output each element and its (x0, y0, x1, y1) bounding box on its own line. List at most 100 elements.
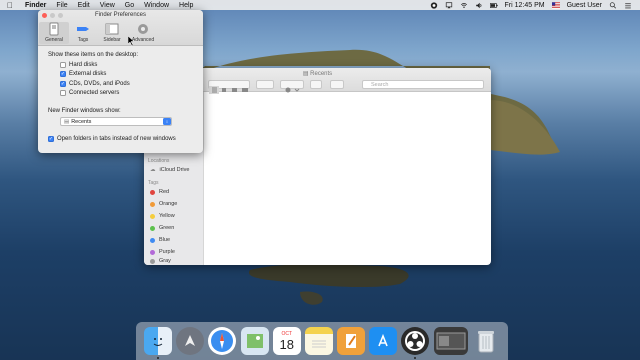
dock-app-store[interactable] (369, 327, 398, 355)
share-button[interactable] (310, 80, 322, 89)
hard-disks-label: Hard disks (69, 61, 98, 68)
volume-icon[interactable] (475, 2, 483, 9)
running-indicator (414, 357, 417, 359)
dock-recent-window[interactable] (433, 327, 468, 355)
tag-label: Blue (159, 237, 171, 243)
finder-preferences-window[interactable]: Finder Preferences General Tags Sidebar … (38, 10, 203, 153)
menu-app-name[interactable]: Finder (20, 2, 51, 9)
notification-center-icon[interactable] (624, 2, 632, 9)
window-thumbnail-icon (436, 332, 466, 350)
sidebar-tag-purple[interactable]: Purple (144, 246, 203, 258)
sidebar-tag-gray[interactable]: Gray (144, 258, 203, 264)
gear-icon (285, 87, 300, 93)
gray-tag-icon (150, 258, 155, 264)
gear-icon (138, 24, 148, 34)
tag-label: Red (159, 189, 170, 195)
notes-icon (311, 340, 326, 348)
open-tabs-checkbox[interactable]: ✓ (48, 135, 54, 142)
external-disks-label: External disks (69, 71, 107, 78)
checkbox-row-external-disks[interactable]: ✓ External disks (60, 70, 193, 80)
tab-general[interactable]: General (39, 22, 69, 44)
finder-title-text: Recents (310, 71, 333, 77)
prefs-titlebar[interactable]: Finder Preferences General Tags Sidebar … (38, 10, 203, 46)
sidebar-tag-orange[interactable]: Orange (144, 198, 203, 210)
connected-servers-label: Connected servers (69, 90, 120, 97)
menu-view[interactable]: View (95, 2, 120, 9)
finder-icon (153, 338, 163, 346)
cds-checkbox[interactable]: ✓ (60, 80, 66, 87)
tab-tags[interactable]: Tags (68, 22, 98, 43)
checkbox-row-open-tabs[interactable]: ✓ Open folders in tabs instead of new wi… (48, 134, 193, 144)
open-tabs-label: Open folders in tabs instead of new wind… (57, 135, 176, 142)
tag-label: Green (159, 225, 175, 231)
action-gear-button[interactable] (280, 80, 304, 93)
menu-file[interactable]: File (51, 2, 72, 9)
pencil-icon (346, 334, 357, 348)
tag-label: Yellow (159, 213, 175, 219)
dock-notes[interactable] (304, 327, 333, 355)
running-indicator (157, 357, 160, 359)
sidebar-icloud-label: iCloud Drive (159, 167, 190, 173)
airplay-icon[interactable] (445, 1, 453, 9)
checkbox-row-cds[interactable]: ✓ CDs, DVDs, and iPods (60, 79, 193, 89)
menu-edit[interactable]: Edit (73, 2, 95, 9)
dock-preview[interactable] (240, 327, 269, 355)
purple-tag-icon (150, 249, 155, 255)
group-button[interactable] (256, 80, 274, 89)
dock-calendar[interactable]: OCT 18 (272, 327, 301, 355)
folder-icon: ▤ (302, 71, 309, 77)
view-mode-icons (209, 86, 248, 94)
apple-menu-icon[interactable]:  (0, 1, 20, 10)
sidebar-item-icloud[interactable]: ☁ iCloud Drive (144, 164, 203, 176)
checkbox-row-hard-disks[interactable]: Hard disks (60, 60, 193, 70)
checkbox-row-connected-servers[interactable]: Connected servers (60, 89, 193, 99)
view-mode-segmented-control[interactable] (208, 80, 250, 94)
tags-button[interactable] (330, 80, 344, 89)
dock-pages[interactable] (337, 327, 366, 355)
clock[interactable]: Fri 12:45 PM (505, 2, 545, 9)
app-store-icon (378, 333, 389, 347)
sidebar-icon (105, 23, 119, 35)
sidebar-tag-red[interactable]: Red (144, 186, 203, 198)
dock-safari[interactable] (208, 327, 237, 355)
rocket-icon (185, 335, 196, 346)
dock-trash[interactable] (472, 327, 500, 355)
dock: OCT 18 (136, 322, 508, 360)
sidebar-tag-green[interactable]: Green (144, 222, 203, 234)
current-user[interactable]: Guest User (567, 2, 602, 9)
menu-bar:  Finder File Edit View Go Window Help F… (0, 0, 640, 10)
dock-obs[interactable] (401, 327, 430, 359)
search-field[interactable]: Search (362, 80, 484, 89)
search-placeholder: Search (371, 82, 389, 88)
menu-help[interactable]: Help (174, 2, 198, 9)
dock-finder[interactable] (144, 327, 173, 359)
search-icon[interactable] (609, 1, 617, 9)
sidebar-tag-yellow[interactable]: Yellow (144, 210, 203, 222)
hard-disks-checkbox[interactable] (60, 61, 66, 68)
sidebar-tag-blue[interactable]: Blue (144, 234, 203, 246)
yellow-tag-icon (150, 213, 155, 219)
general-switch-icon (49, 22, 59, 36)
tag-icon (77, 27, 89, 31)
compass-icon (211, 330, 234, 352)
us-flag-icon[interactable] (551, 1, 560, 9)
cds-label: CDs, DVDs, and iPods (69, 80, 130, 87)
new-window-select[interactable]: ▤ Recents ↕ (60, 117, 172, 126)
tab-sidebar[interactable]: Sidebar (97, 22, 127, 43)
dock-launchpad[interactable] (176, 327, 205, 355)
obs-status-icon[interactable] (430, 1, 438, 9)
red-tag-icon (150, 189, 155, 195)
show-items-label: Show these items on the desktop: (48, 52, 139, 58)
external-disks-checkbox[interactable]: ✓ (60, 71, 66, 78)
menu-go[interactable]: Go (120, 2, 139, 9)
mouse-pointer-icon (128, 36, 135, 46)
tag-label: Purple (159, 249, 175, 255)
menu-window[interactable]: Window (139, 2, 174, 9)
battery-icon[interactable] (489, 2, 498, 9)
new-window-value: Recents (71, 118, 92, 125)
trash-icon (477, 331, 494, 353)
wifi-icon[interactable] (460, 2, 468, 9)
cloud-icon: ☁ (150, 167, 156, 173)
folder-icon: ▤ (64, 118, 70, 125)
connected-servers-checkbox[interactable] (60, 90, 66, 97)
